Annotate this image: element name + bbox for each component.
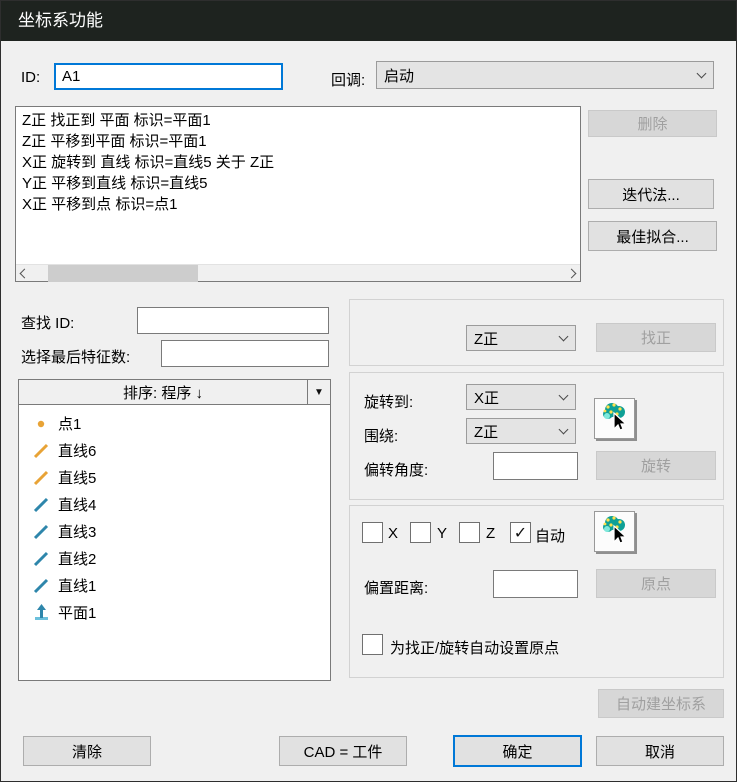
select-last-features-label: 选择最后特征数: [21,346,130,367]
scroll-left-button[interactable] [16,265,33,282]
horizontal-scrollbar[interactable] [16,264,580,281]
feature-tree-item[interactable]: 直线3 [19,518,330,545]
tree-cursor-icon [599,513,631,550]
offset-distance-input[interactable] [493,570,578,598]
line-teal-icon [32,523,50,541]
chevron-down-icon [559,424,569,434]
chevron-down-icon [697,68,707,78]
alignment-command-line[interactable]: Z正 平移到平面 标识=平面1 [22,131,580,152]
alignment-command-line[interactable]: Z正 找正到 平面 标识=平面1 [22,110,580,131]
select-feature-tree-button[interactable] [594,398,635,439]
sort-dropdown-bar[interactable]: 排序: 程序 ↓ ▼ [18,379,331,405]
window-title: 坐标系功能 [18,11,103,30]
feature-label: 直线5 [58,467,96,488]
feature-tree[interactable]: 点1 直线6 直线5 直线4 直线3 直线2 直线1 平面1 [18,404,331,681]
feature-label: 点1 [58,413,81,434]
feature-tree-item[interactable]: 点1 [19,410,330,437]
find-id-input[interactable] [137,307,329,334]
rotate-to-dropdown[interactable]: X正 [466,384,576,410]
feature-label: 直线4 [58,494,96,515]
chevron-right-icon [567,269,577,279]
feature-tree-item[interactable]: 直线5 [19,464,330,491]
auto-origin-checkbox[interactable] [362,634,383,655]
select-last-features-input[interactable] [161,340,329,367]
feature-label: 直线1 [58,575,96,596]
rotate-to-label: 旋转到: [364,391,413,412]
auto-checkbox[interactable]: ✓ [510,522,531,543]
x-checkbox[interactable] [362,522,383,543]
rotate-button[interactable]: 旋转 [596,451,716,480]
coordinate-system-dialog: 坐标系功能 ID: 回调: 启动 Z正 找正到 平面 标识=平面1Z正 平移到平… [0,0,737,782]
point-orange-icon [32,415,50,433]
triangle-down-icon: ▼ [314,387,324,398]
clear-button[interactable]: 清除 [23,736,151,766]
tree-cursor-icon [599,400,631,437]
feature-tree-item[interactable]: 平面1 [19,599,330,626]
checkmark-icon: ✓ [514,523,527,543]
title-bar: 坐标系功能 [1,1,736,41]
feature-label: 平面1 [58,602,96,623]
offset-distance-label: 偏置距离: [364,577,428,598]
line-teal-icon [32,496,50,514]
cancel-button[interactable]: 取消 [596,736,724,766]
angle-label: 偏转角度: [364,459,428,480]
z-checkbox[interactable] [459,522,480,543]
chevron-down-icon [559,331,569,341]
callback-label: 回调: [331,69,365,90]
align-axis-value: Z正 [474,328,498,349]
scrollbar-thumb[interactable] [48,265,198,282]
auto-origin-label: 为找正/旋转自动设置原点 [390,637,559,658]
chevron-left-icon [20,269,30,279]
y-checkbox-label: Y [437,525,447,542]
align-axis-dropdown[interactable]: Z正 [466,325,576,351]
feature-tree-item[interactable]: 直线4 [19,491,330,518]
alignment-command-line[interactable]: X正 平移到点 标识=点1 [22,194,580,215]
feature-label: 直线2 [58,548,96,569]
line-orange-icon [32,469,50,487]
id-input[interactable] [54,63,283,90]
auto-checkbox-label: 自动 [535,525,565,546]
line-teal-icon [32,577,50,595]
scroll-right-button[interactable] [563,265,580,282]
find-id-label: 查找 ID: [21,312,74,333]
best-fit-button[interactable]: 最佳拟合... [588,221,717,251]
rotate-to-value: X正 [474,387,499,408]
sort-label: 排序: 程序 ↓ [19,382,307,403]
about-axis-dropdown[interactable]: Z正 [466,418,576,444]
feature-tree-item[interactable]: 直线1 [19,572,330,599]
auto-build-alignment-button[interactable]: 自动建坐标系 [598,689,724,718]
id-label: ID: [21,69,40,86]
angle-input[interactable] [493,452,578,480]
callback-dropdown[interactable]: 启动 [376,61,714,89]
feature-tree-item[interactable]: 直线6 [19,437,330,464]
cad-equals-part-button[interactable]: CAD = 工件 [279,736,407,766]
origin-button[interactable]: 原点 [596,569,716,598]
callback-value: 启动 [384,65,414,86]
iterate-button[interactable]: 迭代法... [588,179,714,209]
z-checkbox-label: Z [486,525,495,542]
feature-label: 直线3 [58,521,96,542]
alignment-command-items: Z正 找正到 平面 标识=平面1Z正 平移到平面 标识=平面1X正 旋转到 直线… [16,107,580,264]
ok-button[interactable]: 确定 [453,735,582,767]
line-orange-icon [32,442,50,460]
y-checkbox[interactable] [410,522,431,543]
alignment-command-line[interactable]: Y正 平移到直线 标识=直线5 [22,173,580,194]
alignment-command-list[interactable]: Z正 找正到 平面 标识=平面1Z正 平移到平面 标识=平面1X正 旋转到 直线… [15,106,581,282]
delete-button[interactable]: 删除 [588,110,717,137]
feature-label: 直线6 [58,440,96,461]
plane-teal-icon [32,604,50,622]
select-feature-tree-button-2[interactable] [594,511,635,552]
alignment-command-line[interactable]: X正 旋转到 直线 标识=直线5 关于 Z正 [22,152,580,173]
about-axis-value: Z正 [474,421,498,442]
align-button[interactable]: 找正 [596,323,716,352]
line-teal-icon [32,550,50,568]
x-checkbox-label: X [388,525,398,542]
sort-dropdown-button[interactable]: ▼ [307,380,330,404]
feature-tree-item[interactable]: 直线2 [19,545,330,572]
chevron-down-icon [559,390,569,400]
about-label: 围绕: [364,425,398,446]
